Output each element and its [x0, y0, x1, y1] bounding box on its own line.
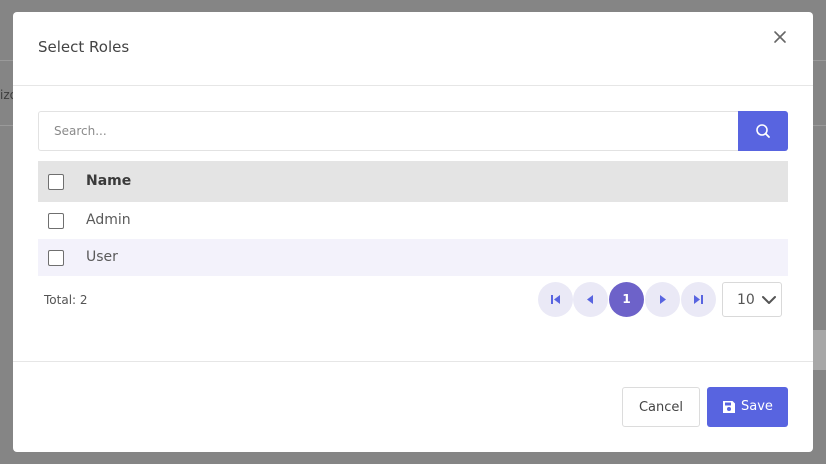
column-header-name: Name: [86, 173, 132, 189]
next-page-icon: [660, 295, 666, 304]
search-input[interactable]: [38, 111, 738, 151]
total-count: Total: 2: [44, 293, 88, 307]
page-size-value: 10: [737, 292, 755, 308]
prev-page-icon: [587, 295, 593, 304]
current-page-number: 1: [622, 292, 631, 306]
search-button[interactable]: [738, 111, 788, 151]
search-icon: [756, 124, 770, 138]
last-page-icon: [694, 295, 703, 304]
dialog-header: Select Roles: [13, 12, 813, 86]
page-button-current[interactable]: 1: [609, 282, 644, 317]
cancel-button[interactable]: Cancel: [622, 387, 700, 427]
table-header: Name: [38, 161, 788, 202]
next-page-button[interactable]: [645, 282, 680, 317]
select-roles-dialog: Select Roles Name Admin User To: [13, 12, 813, 452]
close-button[interactable]: [769, 26, 791, 48]
close-icon: [774, 31, 786, 43]
first-page-button[interactable]: [538, 282, 573, 317]
table-row[interactable]: User: [38, 239, 788, 276]
last-page-button[interactable]: [681, 282, 716, 317]
save-button[interactable]: Save: [707, 387, 788, 427]
page-size-select[interactable]: 10: [722, 282, 782, 317]
role-name: Admin: [86, 212, 131, 228]
row-checkbox[interactable]: [48, 250, 64, 266]
chevron-down-icon: [762, 296, 776, 304]
first-page-icon: [551, 295, 560, 304]
save-label: Save: [741, 399, 773, 414]
floppy-disk-icon: [723, 401, 735, 413]
row-checkbox[interactable]: [48, 213, 64, 229]
background-block: [812, 330, 826, 370]
dialog-title: Select Roles: [38, 38, 130, 56]
dialog-footer: Cancel Save: [13, 361, 813, 452]
table-row[interactable]: Admin: [38, 202, 788, 239]
roles-table: Name Admin User: [38, 161, 788, 276]
prev-page-button[interactable]: [573, 282, 608, 317]
search-bar: [38, 111, 788, 151]
role-name: User: [86, 249, 118, 265]
select-all-checkbox[interactable]: [48, 174, 64, 190]
